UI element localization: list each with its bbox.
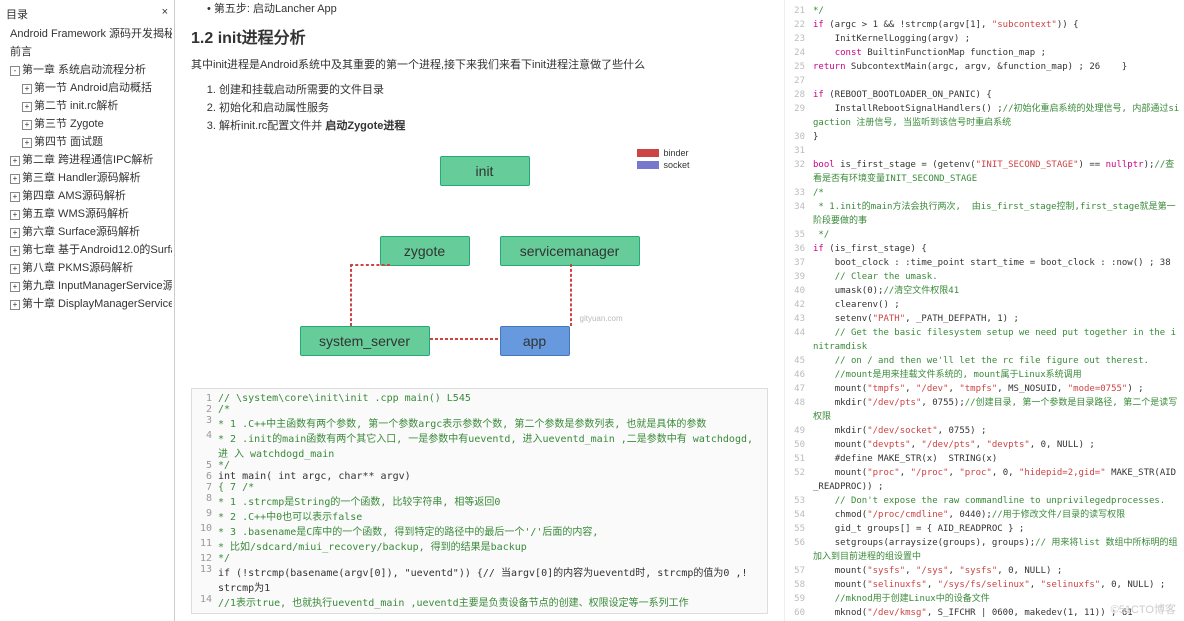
sidebar: 目录 × Android Framework 源码开发揭秘前言-第一章 系统启动… — [0, 0, 175, 621]
box-sysserver: system_server — [300, 326, 430, 356]
step-item: 解析init.rc配置文件并 启动Zygote进程 — [219, 116, 768, 134]
main-content: • 第五步: 启动Lancher App 1.2 init进程分析 其中init… — [175, 0, 784, 621]
expand-icon[interactable]: + — [10, 228, 20, 238]
expand-icon[interactable]: + — [10, 246, 20, 256]
toc-tree: Android Framework 源码开发揭秘前言-第一章 系统启动流程分析+… — [2, 24, 172, 312]
toc-item[interactable]: +第八章 PKMS源码解析 — [2, 258, 172, 276]
toc-item[interactable]: +第三节 Zygote — [2, 114, 172, 132]
steps-list: 创建和挂载启动所需要的文件目录初始化和启动属性服务解析init.rc配置文件并 … — [219, 80, 768, 134]
diagram-source: gityuan.com — [580, 314, 623, 323]
main-code: 1// \system\core\init\init .cpp main() L… — [191, 388, 768, 614]
diagram: bindersocket init zygote servicemanager … — [290, 146, 670, 376]
toc-item[interactable]: +第二节 init.rc解析 — [2, 96, 172, 114]
expand-icon[interactable]: + — [10, 210, 20, 220]
box-zygote: zygote — [380, 236, 470, 266]
heading: 1.2 init进程分析 — [191, 24, 768, 48]
right-code: 21*/22if (argc > 1 && !strcmp(argv[1], "… — [784, 0, 1184, 621]
top-note: • 第五步: 启动Lancher App — [191, 0, 768, 16]
box-init: init — [440, 156, 530, 186]
expand-icon[interactable]: + — [10, 300, 20, 310]
toc-item[interactable]: +第九章 InputManagerService源码解析 — [2, 276, 172, 294]
toc-item[interactable]: +第二章 跨进程通信IPC解析 — [2, 150, 172, 168]
expand-icon[interactable]: - — [10, 66, 20, 76]
toc-item[interactable]: +第四节 面试题 — [2, 132, 172, 150]
legend: bindersocket — [637, 146, 689, 172]
close-icon[interactable]: × — [162, 6, 168, 22]
box-app: app — [500, 326, 570, 356]
box-svcmgr: servicemanager — [500, 236, 640, 266]
toc-item[interactable]: -第一章 系统启动流程分析 — [2, 60, 172, 78]
toc-item[interactable]: +第六章 Surface源码解析 — [2, 222, 172, 240]
expand-icon[interactable]: + — [22, 84, 32, 94]
expand-icon[interactable]: + — [10, 264, 20, 274]
step-item: 初始化和启动属性服务 — [219, 98, 768, 116]
toc-item[interactable]: Android Framework 源码开发揭秘 — [2, 24, 172, 42]
toc-item[interactable]: +第五章 WMS源码解析 — [2, 204, 172, 222]
expand-icon[interactable]: + — [10, 282, 20, 292]
expand-icon[interactable]: + — [10, 156, 20, 166]
toc-item[interactable]: +第一节 Android启动概括 — [2, 78, 172, 96]
toc-item[interactable]: +第十章 DisplayManagerService源码解析 — [2, 294, 172, 312]
toc-item[interactable]: +第四章 AMS源码解析 — [2, 186, 172, 204]
step-item: 创建和挂载启动所需要的文件目录 — [219, 80, 768, 98]
expand-icon[interactable]: + — [10, 192, 20, 202]
watermark: ©51CTO博客 — [1111, 601, 1176, 617]
expand-icon[interactable]: + — [22, 102, 32, 112]
expand-icon[interactable]: + — [22, 120, 32, 130]
toc-item[interactable]: +第七章 基于Android12.0的SurfaceFlinger源 — [2, 240, 172, 258]
toc-item[interactable]: +第三章 Handler源码解析 — [2, 168, 172, 186]
toc-item[interactable]: 前言 — [2, 42, 172, 60]
expand-icon[interactable]: + — [22, 138, 32, 148]
sidebar-title: 目录 — [6, 6, 28, 22]
intro: 其中init进程是Android系统中及其重要的第一个进程,接下来我们来看下in… — [191, 56, 768, 72]
expand-icon[interactable]: + — [10, 174, 20, 184]
